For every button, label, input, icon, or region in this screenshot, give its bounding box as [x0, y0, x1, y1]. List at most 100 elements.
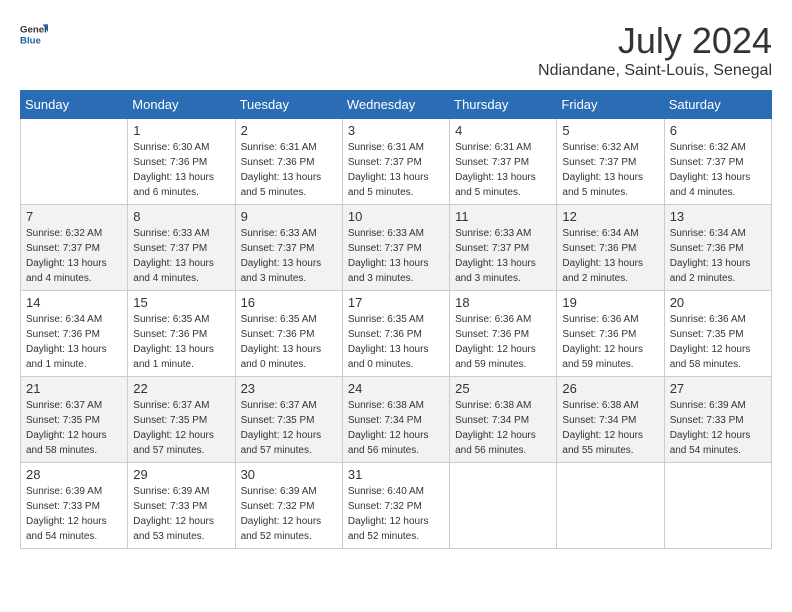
day-info: Sunrise: 6:34 AMSunset: 7:36 PMDaylight:… — [562, 226, 658, 286]
calendar-cell: 11 Sunrise: 6:33 AMSunset: 7:37 PMDaylig… — [450, 205, 557, 291]
calendar-week-2: 7 Sunrise: 6:32 AMSunset: 7:37 PMDayligh… — [21, 205, 772, 291]
day-number: 31 — [348, 467, 444, 482]
day-info: Sunrise: 6:32 AMSunset: 7:37 PMDaylight:… — [26, 226, 122, 286]
calendar-table: SundayMondayTuesdayWednesdayThursdayFrid… — [20, 90, 772, 549]
day-info: Sunrise: 6:37 AMSunset: 7:35 PMDaylight:… — [26, 398, 122, 458]
calendar-cell: 20 Sunrise: 6:36 AMSunset: 7:35 PMDaylig… — [664, 291, 771, 377]
logo-icon: General Blue — [20, 20, 48, 48]
weekday-header-thursday: Thursday — [450, 91, 557, 119]
day-info: Sunrise: 6:31 AMSunset: 7:37 PMDaylight:… — [455, 140, 551, 200]
day-number: 9 — [241, 209, 337, 224]
logo: General Blue — [20, 20, 48, 48]
day-number: 7 — [26, 209, 122, 224]
calendar-cell: 10 Sunrise: 6:33 AMSunset: 7:37 PMDaylig… — [342, 205, 449, 291]
calendar-cell: 17 Sunrise: 6:35 AMSunset: 7:36 PMDaylig… — [342, 291, 449, 377]
calendar-cell: 1 Sunrise: 6:30 AMSunset: 7:36 PMDayligh… — [128, 119, 235, 205]
day-number: 20 — [670, 295, 766, 310]
month-year-title: July 2024 — [538, 20, 772, 62]
svg-text:Blue: Blue — [20, 36, 41, 47]
calendar-cell: 27 Sunrise: 6:39 AMSunset: 7:33 PMDaylig… — [664, 377, 771, 463]
day-info: Sunrise: 6:38 AMSunset: 7:34 PMDaylight:… — [348, 398, 444, 458]
day-number: 21 — [26, 381, 122, 396]
weekday-header-tuesday: Tuesday — [235, 91, 342, 119]
day-info: Sunrise: 6:38 AMSunset: 7:34 PMDaylight:… — [562, 398, 658, 458]
calendar-cell: 12 Sunrise: 6:34 AMSunset: 7:36 PMDaylig… — [557, 205, 664, 291]
weekday-header-sunday: Sunday — [21, 91, 128, 119]
calendar-cell: 3 Sunrise: 6:31 AMSunset: 7:37 PMDayligh… — [342, 119, 449, 205]
calendar-cell: 15 Sunrise: 6:35 AMSunset: 7:36 PMDaylig… — [128, 291, 235, 377]
calendar-cell: 18 Sunrise: 6:36 AMSunset: 7:36 PMDaylig… — [450, 291, 557, 377]
calendar-week-1: 1 Sunrise: 6:30 AMSunset: 7:36 PMDayligh… — [21, 119, 772, 205]
day-number: 3 — [348, 123, 444, 138]
day-number: 16 — [241, 295, 337, 310]
day-info: Sunrise: 6:34 AMSunset: 7:36 PMDaylight:… — [26, 312, 122, 372]
day-info: Sunrise: 6:33 AMSunset: 7:37 PMDaylight:… — [241, 226, 337, 286]
day-number: 30 — [241, 467, 337, 482]
day-number: 25 — [455, 381, 551, 396]
calendar-cell: 26 Sunrise: 6:38 AMSunset: 7:34 PMDaylig… — [557, 377, 664, 463]
day-number: 1 — [133, 123, 229, 138]
calendar-cell: 9 Sunrise: 6:33 AMSunset: 7:37 PMDayligh… — [235, 205, 342, 291]
day-number: 22 — [133, 381, 229, 396]
day-number: 12 — [562, 209, 658, 224]
day-number: 6 — [670, 123, 766, 138]
day-number: 4 — [455, 123, 551, 138]
calendar-cell — [450, 463, 557, 549]
calendar-cell: 30 Sunrise: 6:39 AMSunset: 7:32 PMDaylig… — [235, 463, 342, 549]
calendar-cell: 13 Sunrise: 6:34 AMSunset: 7:36 PMDaylig… — [664, 205, 771, 291]
calendar-cell: 21 Sunrise: 6:37 AMSunset: 7:35 PMDaylig… — [21, 377, 128, 463]
day-info: Sunrise: 6:39 AMSunset: 7:33 PMDaylight:… — [26, 484, 122, 544]
calendar-cell: 25 Sunrise: 6:38 AMSunset: 7:34 PMDaylig… — [450, 377, 557, 463]
calendar-cell: 29 Sunrise: 6:39 AMSunset: 7:33 PMDaylig… — [128, 463, 235, 549]
day-number: 13 — [670, 209, 766, 224]
calendar-cell: 14 Sunrise: 6:34 AMSunset: 7:36 PMDaylig… — [21, 291, 128, 377]
weekday-header-monday: Monday — [128, 91, 235, 119]
day-number: 2 — [241, 123, 337, 138]
day-info: Sunrise: 6:36 AMSunset: 7:36 PMDaylight:… — [562, 312, 658, 372]
calendar-cell: 5 Sunrise: 6:32 AMSunset: 7:37 PMDayligh… — [557, 119, 664, 205]
day-info: Sunrise: 6:39 AMSunset: 7:33 PMDaylight:… — [133, 484, 229, 544]
day-info: Sunrise: 6:33 AMSunset: 7:37 PMDaylight:… — [133, 226, 229, 286]
day-info: Sunrise: 6:39 AMSunset: 7:33 PMDaylight:… — [670, 398, 766, 458]
calendar-week-5: 28 Sunrise: 6:39 AMSunset: 7:33 PMDaylig… — [21, 463, 772, 549]
day-number: 5 — [562, 123, 658, 138]
calendar-cell: 22 Sunrise: 6:37 AMSunset: 7:35 PMDaylig… — [128, 377, 235, 463]
calendar-cell: 16 Sunrise: 6:35 AMSunset: 7:36 PMDaylig… — [235, 291, 342, 377]
day-info: Sunrise: 6:30 AMSunset: 7:36 PMDaylight:… — [133, 140, 229, 200]
day-number: 28 — [26, 467, 122, 482]
day-info: Sunrise: 6:35 AMSunset: 7:36 PMDaylight:… — [241, 312, 337, 372]
day-number: 26 — [562, 381, 658, 396]
day-info: Sunrise: 6:37 AMSunset: 7:35 PMDaylight:… — [133, 398, 229, 458]
calendar-cell — [664, 463, 771, 549]
day-number: 10 — [348, 209, 444, 224]
day-info: Sunrise: 6:33 AMSunset: 7:37 PMDaylight:… — [348, 226, 444, 286]
weekday-header-saturday: Saturday — [664, 91, 771, 119]
calendar-cell: 23 Sunrise: 6:37 AMSunset: 7:35 PMDaylig… — [235, 377, 342, 463]
day-info: Sunrise: 6:33 AMSunset: 7:37 PMDaylight:… — [455, 226, 551, 286]
calendar-cell: 31 Sunrise: 6:40 AMSunset: 7:32 PMDaylig… — [342, 463, 449, 549]
day-info: Sunrise: 6:40 AMSunset: 7:32 PMDaylight:… — [348, 484, 444, 544]
day-number: 15 — [133, 295, 229, 310]
day-number: 23 — [241, 381, 337, 396]
day-info: Sunrise: 6:34 AMSunset: 7:36 PMDaylight:… — [670, 226, 766, 286]
day-number: 11 — [455, 209, 551, 224]
calendar-cell: 6 Sunrise: 6:32 AMSunset: 7:37 PMDayligh… — [664, 119, 771, 205]
day-info: Sunrise: 6:31 AMSunset: 7:37 PMDaylight:… — [348, 140, 444, 200]
page-header: General Blue July 2024 Ndiandane, Saint-… — [20, 20, 772, 80]
day-info: Sunrise: 6:37 AMSunset: 7:35 PMDaylight:… — [241, 398, 337, 458]
day-info: Sunrise: 6:32 AMSunset: 7:37 PMDaylight:… — [562, 140, 658, 200]
title-block: July 2024 Ndiandane, Saint-Louis, Senega… — [538, 20, 772, 80]
day-number: 8 — [133, 209, 229, 224]
day-number: 14 — [26, 295, 122, 310]
calendar-week-4: 21 Sunrise: 6:37 AMSunset: 7:35 PMDaylig… — [21, 377, 772, 463]
day-number: 17 — [348, 295, 444, 310]
calendar-cell: 7 Sunrise: 6:32 AMSunset: 7:37 PMDayligh… — [21, 205, 128, 291]
day-number: 18 — [455, 295, 551, 310]
day-info: Sunrise: 6:35 AMSunset: 7:36 PMDaylight:… — [348, 312, 444, 372]
calendar-cell: 24 Sunrise: 6:38 AMSunset: 7:34 PMDaylig… — [342, 377, 449, 463]
location-subtitle: Ndiandane, Saint-Louis, Senegal — [538, 62, 772, 80]
day-number: 24 — [348, 381, 444, 396]
calendar-cell: 2 Sunrise: 6:31 AMSunset: 7:36 PMDayligh… — [235, 119, 342, 205]
weekday-header-row: SundayMondayTuesdayWednesdayThursdayFrid… — [21, 91, 772, 119]
day-number: 29 — [133, 467, 229, 482]
